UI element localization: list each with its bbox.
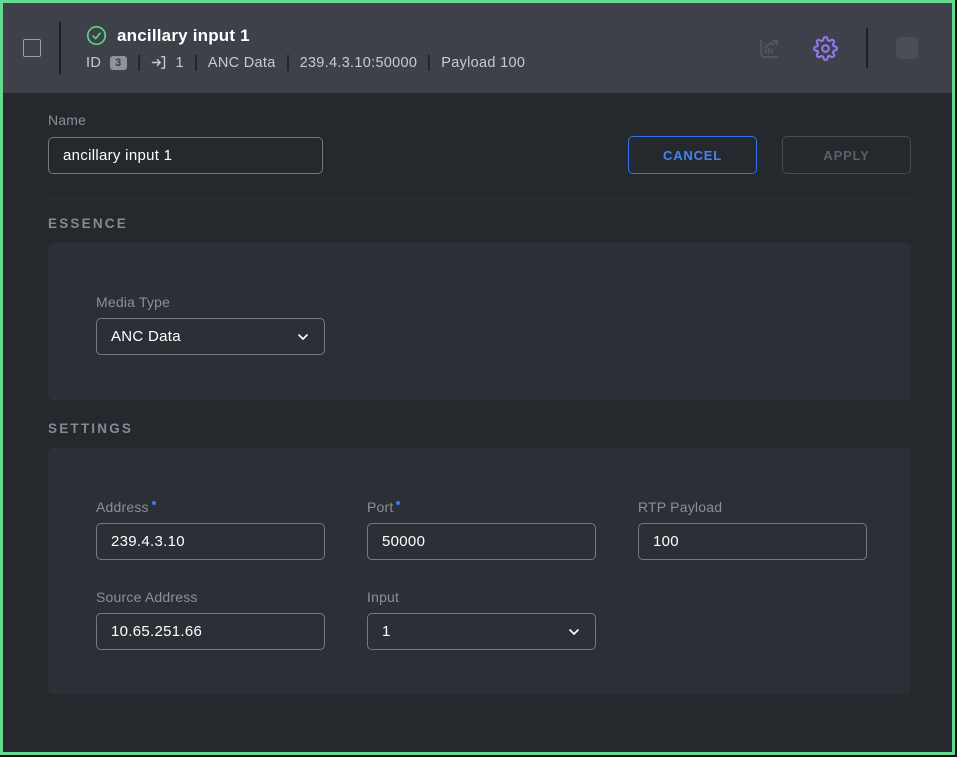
input-value: 1 <box>382 623 391 640</box>
input-label: Input <box>367 589 596 605</box>
source-address-field: Source Address <box>96 589 325 650</box>
meta-separator <box>428 55 430 71</box>
name-input[interactable] <box>48 137 323 174</box>
chevron-down-icon <box>295 329 311 349</box>
input-arrow-icon <box>151 54 168 71</box>
address-input[interactable] <box>96 523 325 560</box>
port-field: Port <box>367 499 596 560</box>
source-address-input[interactable] <box>96 613 325 650</box>
media-type-field: Media Type ANC Data <box>96 294 863 355</box>
meta-payload: Payload 100 <box>441 55 525 71</box>
header-info: ancillary input 1 ID 3 1 <box>86 25 525 71</box>
media-type-select[interactable]: ANC Data <box>96 318 325 355</box>
status-ok-icon <box>86 25 107 46</box>
media-type-label: Media Type <box>96 294 863 310</box>
settings-heading: SETTINGS <box>48 421 911 436</box>
required-dot <box>396 501 400 505</box>
essence-heading: ESSENCE <box>48 216 911 231</box>
cancel-button[interactable]: CANCEL <box>628 136 757 174</box>
meta-separator <box>287 55 289 71</box>
port-input[interactable] <box>367 523 596 560</box>
essence-card: Media Type ANC Data <box>48 243 911 400</box>
meta-row: ID 3 1 ANC Data 2 <box>86 54 525 71</box>
header-actions <box>757 28 918 68</box>
port-label: Port <box>367 499 596 515</box>
meta-separator <box>195 55 197 71</box>
meta-media-type: ANC Data <box>208 55 276 71</box>
rtp-payload-label: RTP Payload <box>638 499 867 515</box>
page-title: ancillary input 1 <box>117 26 250 46</box>
section-divider <box>48 198 911 199</box>
settings-card: Address Port RTP Payload Source Address … <box>48 448 911 694</box>
id-label: ID <box>86 55 101 71</box>
source-address-label: Source Address <box>96 589 325 605</box>
header-divider <box>59 22 61 74</box>
input-select[interactable]: 1 <box>367 613 596 650</box>
panel-body: Name CANCEL APPLY ESSENCE Media Type ANC… <box>3 112 952 694</box>
meta-address-port: 239.4.3.10:50000 <box>300 55 418 71</box>
apply-button[interactable]: APPLY <box>782 136 911 174</box>
id-badge: 3 <box>110 56 126 70</box>
address-label: Address <box>96 499 325 515</box>
select-checkbox[interactable] <box>23 39 41 57</box>
meta-input-number: 1 <box>176 55 184 71</box>
ancillary-input-panel: ancillary input 1 ID 3 1 <box>0 0 955 755</box>
input-field: Input 1 <box>367 589 596 650</box>
chevron-down-icon <box>566 624 582 644</box>
name-label: Name <box>48 112 911 128</box>
required-dot <box>152 501 156 505</box>
thumbnail-placeholder[interactable] <box>896 37 918 59</box>
meta-separator <box>138 55 140 71</box>
rtp-payload-input[interactable] <box>638 523 867 560</box>
media-type-value: ANC Data <box>111 328 181 345</box>
rtp-payload-field: RTP Payload <box>638 499 867 560</box>
address-field: Address <box>96 499 325 560</box>
name-field: Name CANCEL APPLY <box>48 112 911 174</box>
stats-chart-icon[interactable] <box>757 36 782 61</box>
gear-icon[interactable] <box>813 36 838 61</box>
header-actions-divider <box>866 28 868 68</box>
panel-header: ancillary input 1 ID 3 1 <box>3 3 952 93</box>
